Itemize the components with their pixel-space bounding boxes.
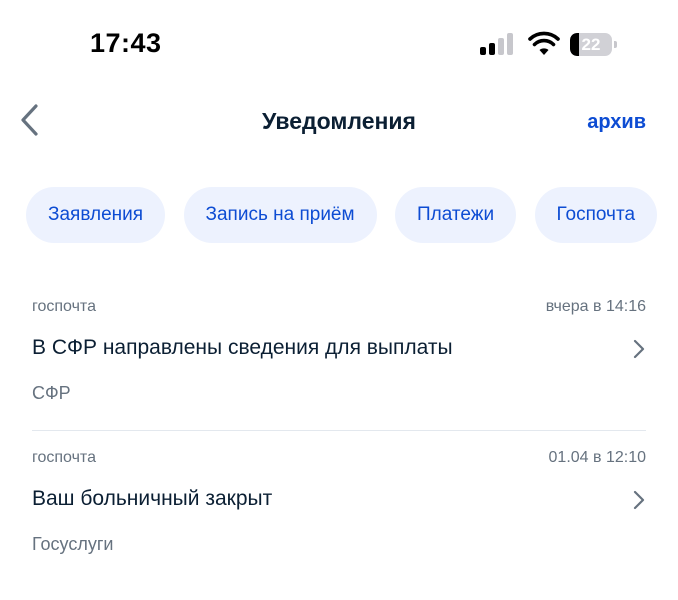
notification-time: 01.04 в 12:10 bbox=[548, 449, 646, 466]
battery-icon: 22 bbox=[570, 33, 618, 56]
chevron-right-icon bbox=[633, 490, 645, 510]
archive-link[interactable]: архив bbox=[587, 111, 646, 134]
notification-sender: СФР bbox=[32, 383, 71, 403]
chip-gospochta[interactable]: Госпочта bbox=[534, 187, 658, 243]
status-bar: 17:43 22 bbox=[0, 0, 678, 92]
notification-category: госпочта bbox=[32, 298, 96, 315]
battery-percent: 22 bbox=[581, 35, 601, 54]
nav-bar: Уведомления архив bbox=[0, 92, 678, 152]
chip-appointment[interactable]: Запись на приём bbox=[183, 187, 377, 243]
notification-title: В СФР направлены сведения для выплаты bbox=[32, 336, 453, 359]
notification-list: госпочта вчера в 14:16 В СФР направлены … bbox=[32, 280, 646, 581]
notification-item[interactable]: госпочта вчера в 14:16 В СФР направлены … bbox=[32, 280, 646, 430]
battery-cap bbox=[614, 41, 617, 48]
notification-category: госпочта bbox=[32, 449, 96, 466]
status-time: 17:43 bbox=[90, 28, 162, 58]
wifi-icon bbox=[528, 31, 560, 55]
filter-chips: Заявления Запись на приём Платежи Госпоч… bbox=[26, 187, 678, 243]
chevron-right-icon bbox=[633, 339, 645, 359]
notification-time: вчера в 14:16 bbox=[545, 298, 646, 315]
page-title: Уведомления bbox=[262, 108, 416, 134]
notification-title: Ваш больничный закрыт bbox=[32, 487, 273, 510]
chip-applications[interactable]: Заявления bbox=[26, 187, 166, 243]
notification-item[interactable]: госпочта 01.04 в 12:10 Ваш больничный за… bbox=[32, 430, 646, 581]
chip-payments[interactable]: Платежи bbox=[395, 187, 517, 243]
signal-icon bbox=[480, 33, 516, 55]
battery-body: 22 bbox=[570, 33, 612, 56]
notification-sender: Госуслуги bbox=[32, 534, 114, 554]
